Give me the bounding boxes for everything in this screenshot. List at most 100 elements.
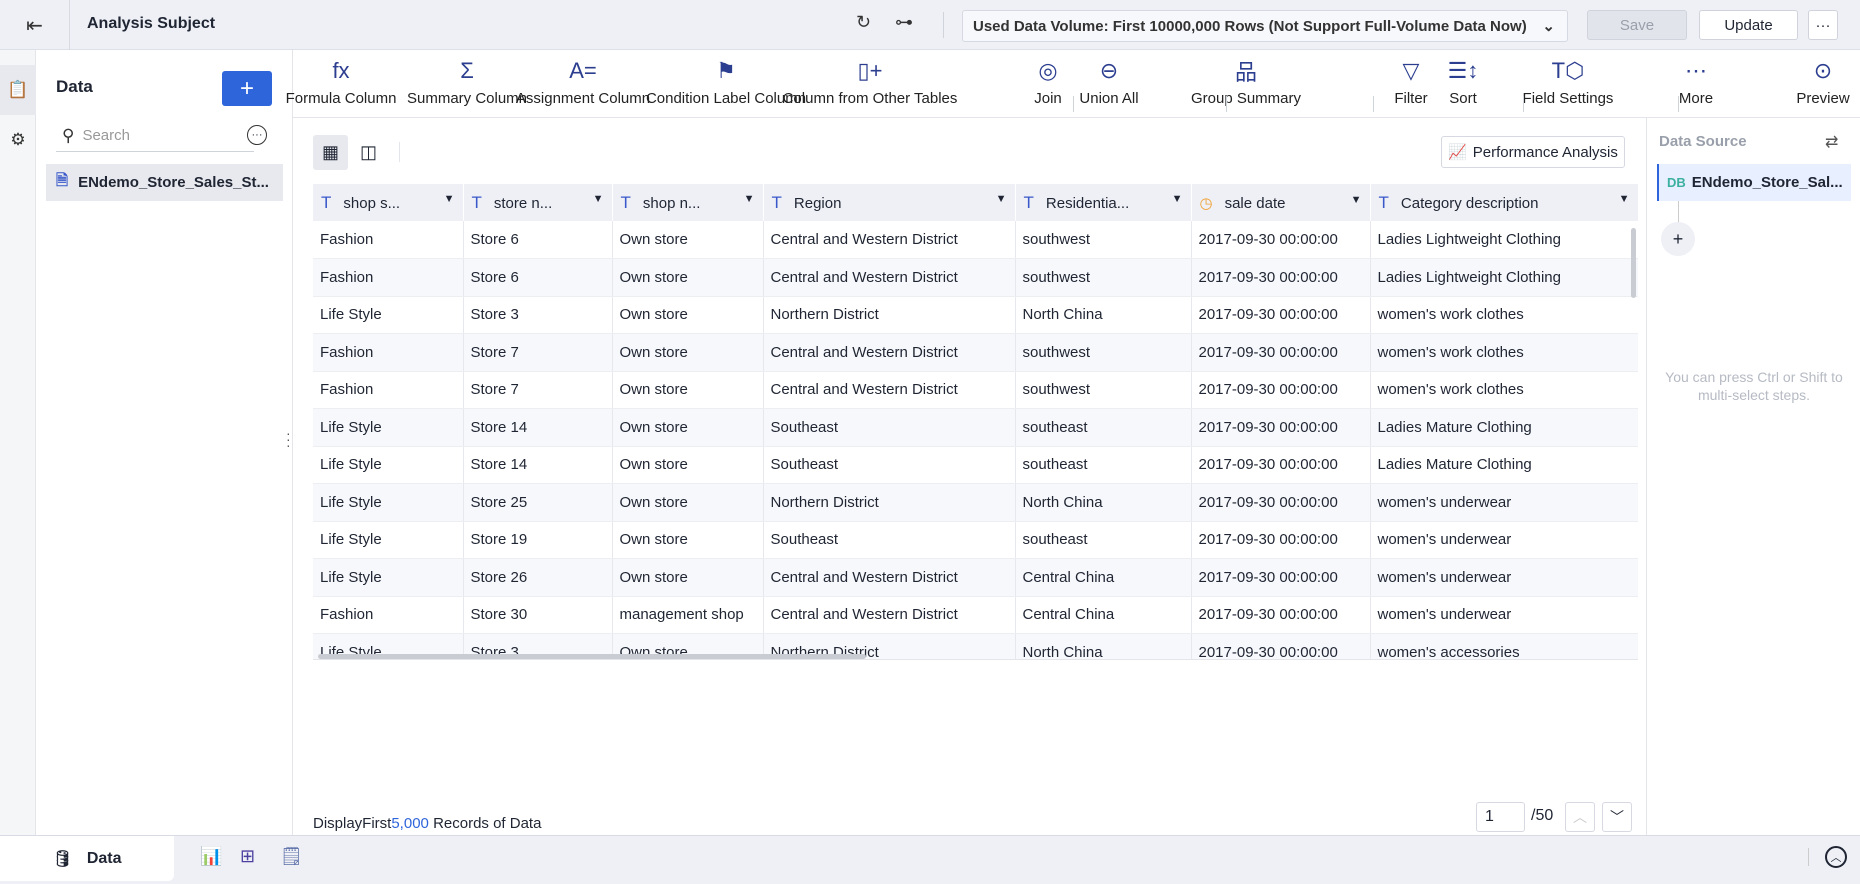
- table-cell[interactable]: women's work clothes: [1370, 371, 1638, 409]
- table-cell[interactable]: Central China: [1015, 558, 1192, 597]
- table-cell[interactable]: Store 14: [463, 446, 613, 484]
- table-cell[interactable]: Central and Western District: [763, 371, 1016, 409]
- add-chart-icon[interactable]: 📊: [200, 846, 222, 867]
- table-cell[interactable]: Life Style: [313, 446, 464, 484]
- table-cell[interactable]: Store 25: [463, 483, 613, 522]
- table-cell[interactable]: Store 7: [463, 333, 613, 372]
- search-input[interactable]: ⚲ Search: [56, 120, 254, 152]
- toolbar-sort[interactable]: ☰↕ Sort: [1448, 56, 1479, 107]
- column-menu-icon[interactable]: ▼: [1351, 194, 1362, 206]
- table-cell[interactable]: North China: [1015, 483, 1192, 522]
- table-cell[interactable]: Own store: [612, 521, 764, 559]
- table-cell[interactable]: women's underwear: [1370, 521, 1638, 559]
- column-menu-icon[interactable]: ▼: [744, 193, 755, 205]
- table-cell[interactable]: Life Style: [313, 483, 464, 522]
- table-cell[interactable]: Store 6: [463, 258, 613, 297]
- table-cell[interactable]: 2017-09-30 00:00:00: [1191, 596, 1371, 634]
- table-cell[interactable]: North China: [1015, 633, 1192, 659]
- table-cell[interactable]: Fashion: [313, 596, 464, 634]
- toolbar-more[interactable]: ⋯ More: [1679, 56, 1713, 107]
- collapse-icon[interactable]: ︿: [1825, 846, 1847, 868]
- column-menu-icon[interactable]: ▼: [1172, 193, 1183, 205]
- table-cell[interactable]: Own store: [612, 333, 764, 372]
- table-cell[interactable]: southwest: [1015, 258, 1192, 297]
- table-cell[interactable]: 2017-09-30 00:00:00: [1191, 258, 1371, 297]
- table-cell[interactable]: 2017-09-30 00:00:00: [1191, 446, 1371, 484]
- table-cell[interactable]: 2017-09-30 00:00:00: [1191, 633, 1371, 659]
- toolbar-column-from-other-tables[interactable]: ▯+ Column from Other Tables: [783, 56, 958, 107]
- toolbar-filter[interactable]: ▽ Filter: [1394, 56, 1427, 107]
- table-cell[interactable]: Southeast: [763, 408, 1016, 447]
- toolbar-join[interactable]: ◎ Join: [1034, 56, 1062, 107]
- table-cell[interactable]: Own store: [612, 408, 764, 447]
- add-step-button[interactable]: +: [1661, 222, 1695, 256]
- table-cell[interactable]: Ladies Mature Clothing: [1370, 446, 1638, 484]
- resize-handle[interactable]: · · ·: [286, 426, 291, 452]
- data-volume-select[interactable]: Used Data Volume: First 10000,000 Rows (…: [962, 10, 1568, 42]
- table-cell[interactable]: Life Style: [313, 296, 464, 334]
- column-header[interactable]: Tshop n... ▼: [612, 184, 764, 221]
- add-data-button[interactable]: +: [222, 71, 272, 106]
- table-cell[interactable]: Southeast: [763, 446, 1016, 484]
- tab-data[interactable]: 🛢 Data: [0, 836, 174, 881]
- table-cell[interactable]: Own store: [612, 483, 764, 522]
- table-cell[interactable]: Ladies Lightweight Clothing: [1370, 221, 1638, 259]
- table-cell[interactable]: Fashion: [313, 333, 464, 372]
- column-menu-icon[interactable]: ▼: [996, 193, 1007, 205]
- table-cell[interactable]: southwest: [1015, 371, 1192, 409]
- prev-page-button[interactable]: ︿: [1565, 802, 1595, 832]
- table-cell[interactable]: Store 26: [463, 558, 613, 597]
- toolbar-group-summary[interactable]: 品 Group Summary: [1191, 56, 1301, 107]
- table-cell[interactable]: Northern District: [763, 296, 1016, 334]
- table-cell[interactable]: women's accessories: [1370, 633, 1638, 659]
- update-button[interactable]: Update: [1699, 10, 1798, 40]
- layout-view-icon[interactable]: ◫: [351, 135, 386, 170]
- refresh-icon[interactable]: ↻: [856, 12, 871, 33]
- data-source-node[interactable]: DB ENdemo_Store_Sal...: [1657, 164, 1851, 201]
- table-cell[interactable]: 2017-09-30 00:00:00: [1191, 333, 1371, 372]
- column-header[interactable]: ◷ sale date ▼: [1191, 184, 1371, 221]
- performance-analysis-button[interactable]: 📈 Performance Analysis: [1441, 136, 1625, 168]
- table-cell[interactable]: Own store: [612, 446, 764, 484]
- table-cell[interactable]: Northern District: [763, 483, 1016, 522]
- next-page-button[interactable]: ﹀: [1602, 802, 1632, 832]
- column-header[interactable]: T Category description ▼: [1370, 184, 1638, 221]
- horizontal-scrollbar[interactable]: [318, 654, 866, 659]
- table-cell[interactable]: Life Style: [313, 408, 464, 447]
- table-cell[interactable]: southwest: [1015, 221, 1192, 259]
- table-cell[interactable]: women's underwear: [1370, 596, 1638, 634]
- table-cell[interactable]: Own store: [612, 221, 764, 259]
- add-dashboard-icon[interactable]: ⊞: [240, 846, 255, 867]
- table-cell[interactable]: Life Style: [313, 558, 464, 597]
- table-cell[interactable]: Store 19: [463, 521, 613, 559]
- table-cell[interactable]: southeast: [1015, 446, 1192, 484]
- toolbar-preview[interactable]: ⊙ Preview: [1796, 56, 1849, 107]
- column-header[interactable]: T Region ▼: [763, 184, 1016, 221]
- column-menu-icon[interactable]: ▼: [1619, 193, 1630, 205]
- table-cell[interactable]: Store 30: [463, 596, 613, 634]
- column-header[interactable]: Tshop s... ▼: [313, 184, 464, 221]
- table-cell[interactable]: Southeast: [763, 521, 1016, 559]
- table-cell[interactable]: Own store: [612, 296, 764, 334]
- vertical-scrollbar[interactable]: [1631, 228, 1636, 298]
- column-header[interactable]: Tstore n... ▼: [463, 184, 613, 221]
- settings-flow-icon[interactable]: ⚙: [0, 115, 36, 165]
- lineage-icon[interactable]: ⊶: [895, 12, 913, 33]
- table-cell[interactable]: 2017-09-30 00:00:00: [1191, 296, 1371, 334]
- swap-icon[interactable]: ⇄: [1825, 132, 1838, 152]
- table-cell[interactable]: Ladies Lightweight Clothing: [1370, 258, 1638, 297]
- table-cell[interactable]: Ladies Mature Clothing: [1370, 408, 1638, 447]
- table-cell[interactable]: Central and Western District: [763, 558, 1016, 597]
- more-options-icon[interactable]: ···: [247, 125, 267, 145]
- table-cell[interactable]: southeast: [1015, 408, 1192, 447]
- grid-view-icon[interactable]: ▦: [313, 135, 348, 170]
- table-cell[interactable]: Fashion: [313, 221, 464, 259]
- table-cell[interactable]: 2017-09-30 00:00:00: [1191, 521, 1371, 559]
- table-cell[interactable]: women's underwear: [1370, 558, 1638, 597]
- table-cell[interactable]: Central China: [1015, 596, 1192, 634]
- analysis-icon[interactable]: 📋: [0, 65, 36, 115]
- table-cell[interactable]: Fashion: [313, 258, 464, 297]
- exit-icon[interactable]: ⇤: [0, 0, 70, 50]
- table-cell[interactable]: women's work clothes: [1370, 333, 1638, 372]
- more-button[interactable]: ···: [1808, 10, 1838, 40]
